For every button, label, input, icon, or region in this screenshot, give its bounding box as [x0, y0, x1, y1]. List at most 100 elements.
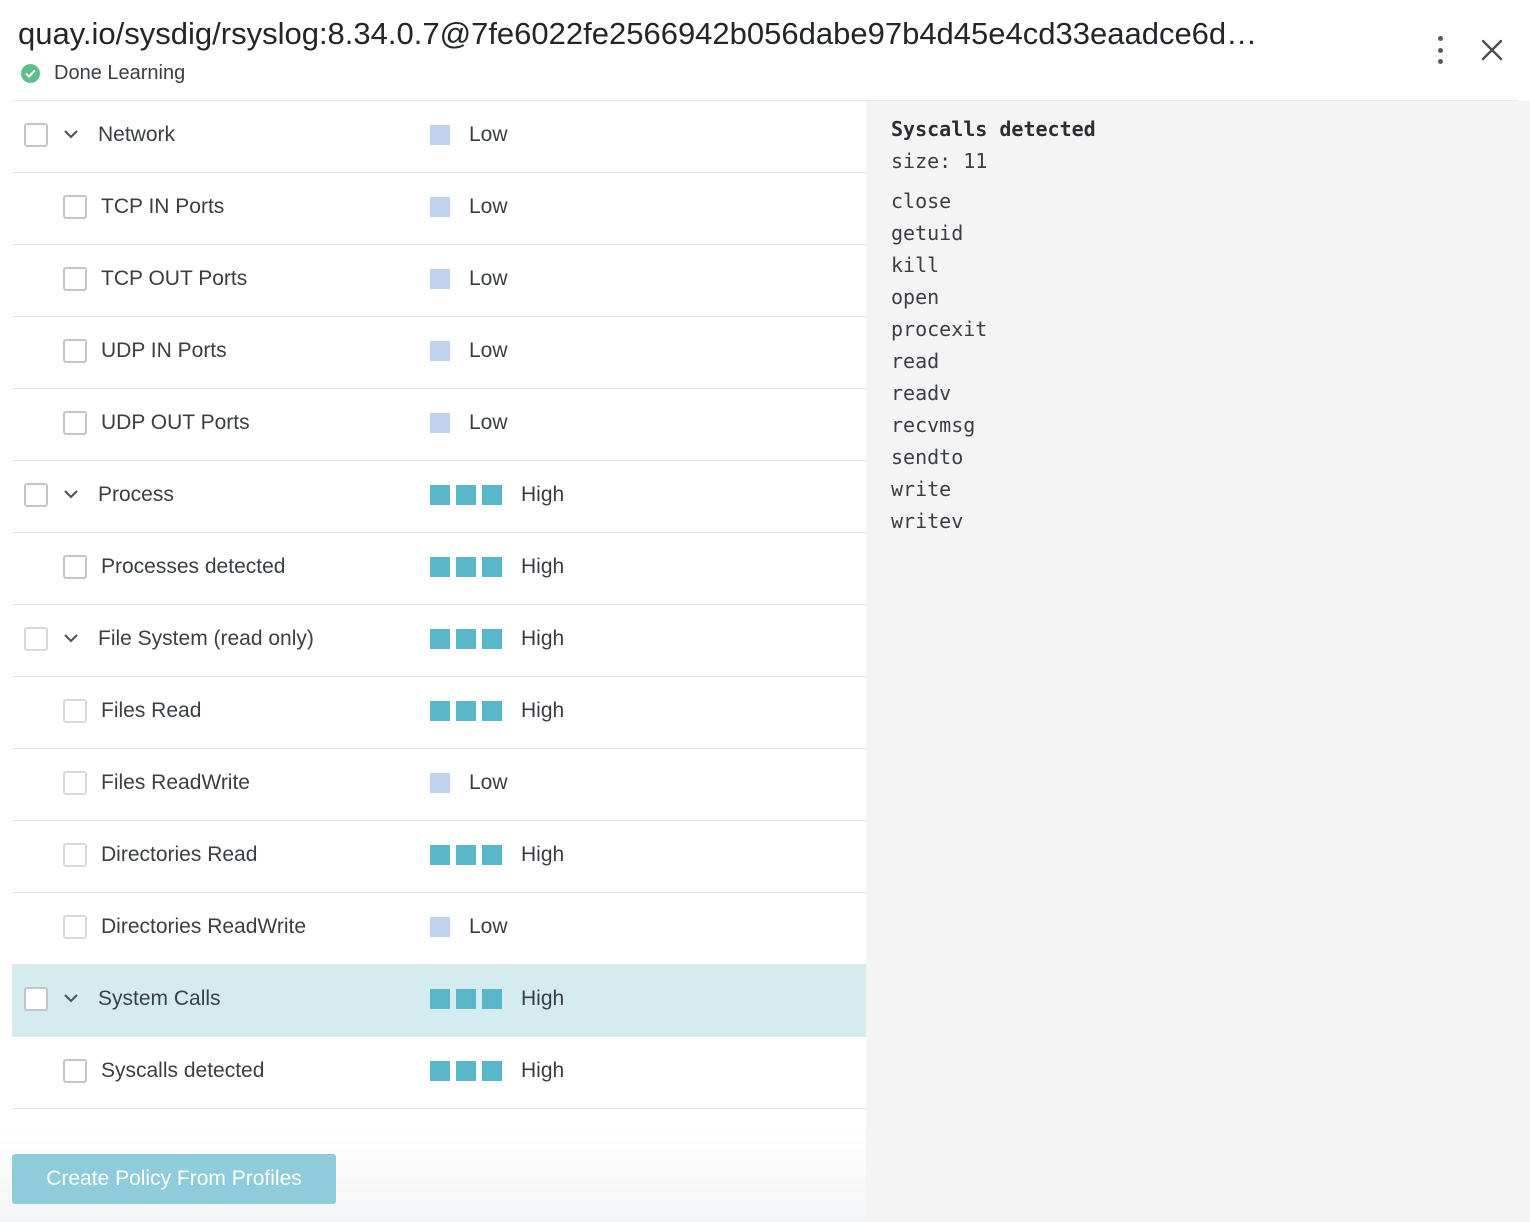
row-label: System Calls	[98, 987, 221, 1010]
profile-item-row[interactable]: Directories ReadWrite Low	[12, 893, 866, 965]
syscall-item: read	[891, 349, 940, 373]
syscall-item: open	[891, 285, 940, 309]
confidence-label: Low	[469, 195, 508, 218]
confidence-block	[430, 773, 450, 793]
confidence-block	[456, 1061, 476, 1081]
profile-group-row[interactable]: File System (read only) High	[12, 605, 866, 677]
profile-item-row[interactable]: TCP OUT Ports Low	[12, 245, 866, 317]
confidence-block	[482, 701, 502, 721]
syscall-item: recvmsg	[891, 413, 976, 437]
row-label: TCP IN Ports	[101, 195, 225, 218]
chevron-down-icon[interactable]	[62, 629, 80, 647]
confidence-block	[482, 1061, 502, 1081]
close-icon[interactable]	[1478, 36, 1506, 64]
syscall-item: kill	[891, 253, 940, 277]
confidence-label: Low	[469, 771, 508, 794]
confidence-block	[482, 485, 502, 505]
profile-group-row[interactable]: Process High	[12, 461, 866, 533]
chevron-down-icon[interactable]	[62, 989, 80, 1007]
confidence-block	[430, 1061, 450, 1081]
row-label: Network	[98, 123, 176, 146]
profile-item-row[interactable]: Files Read High	[12, 677, 866, 749]
profile-item-row[interactable]: Files ReadWrite Low	[12, 749, 866, 821]
confidence-indicator: High	[430, 627, 564, 650]
syscall-item: sendto	[891, 445, 964, 469]
confidence-indicator: High	[430, 843, 565, 866]
row-checkbox[interactable]	[63, 555, 87, 579]
syscall-item: procexit	[891, 317, 988, 341]
row-checkbox[interactable]	[63, 267, 87, 291]
confidence-block	[456, 557, 476, 577]
confidence-block	[430, 701, 450, 721]
confidence-block	[430, 269, 450, 289]
create-policy-button[interactable]: Create Policy From Profiles	[12, 1154, 336, 1204]
learning-status: Done Learning	[21, 60, 185, 86]
confidence-indicator: Low	[430, 123, 508, 146]
profile-item-row[interactable]: UDP IN Ports Low	[12, 317, 866, 389]
confidence-indicator: Low	[430, 195, 508, 218]
confidence-indicator: High	[430, 699, 565, 722]
row-checkbox[interactable]	[63, 771, 87, 795]
confidence-block	[430, 125, 450, 145]
profile-group-row[interactable]: System Calls High	[12, 965, 866, 1037]
confidence-indicator: High	[430, 987, 565, 1010]
profile-item-row[interactable]: TCP IN Ports Low	[12, 173, 866, 245]
header: quay.io/sysdig/rsyslog:8.34.0.7@7fe6022f…	[0, 0, 1530, 100]
confidence-block	[482, 989, 502, 1009]
row-label: Syscalls detected	[101, 1059, 265, 1082]
syscall-item: close	[891, 189, 952, 213]
chevron-down-icon[interactable]	[62, 125, 80, 143]
confidence-label: High	[521, 699, 565, 722]
confidence-label: High	[521, 987, 565, 1010]
syscall-item: writev	[891, 509, 964, 533]
confidence-label: Low	[469, 339, 508, 362]
row-checkbox[interactable]	[63, 195, 87, 219]
row-checkbox[interactable]	[24, 987, 48, 1011]
confidence-label: High	[521, 1059, 565, 1082]
syscall-item: readv	[891, 381, 952, 405]
profile-item-row[interactable]: UDP OUT Ports Low	[12, 389, 866, 461]
row-label: TCP OUT Ports	[101, 267, 248, 290]
confidence-block	[430, 557, 450, 577]
row-label: Process	[98, 483, 174, 506]
confidence-label: Low	[469, 411, 508, 434]
confidence-indicator: Low	[430, 915, 508, 938]
profile-item-row[interactable]: Directories Read High	[12, 821, 866, 893]
check-circle-icon	[21, 63, 40, 83]
detail-title: Syscalls detected	[891, 117, 1096, 141]
detail-panel: Syscalls detected size: 11 close getuid ki…	[866, 101, 1530, 1222]
row-checkbox[interactable]	[63, 699, 87, 723]
row-checkbox[interactable]	[63, 339, 87, 363]
confidence-block	[430, 485, 450, 505]
row-checkbox[interactable]	[24, 123, 48, 147]
syscall-list: close getuid kill open procexit read readv recv…	[891, 185, 987, 537]
row-checkbox[interactable]	[63, 843, 87, 867]
row-checkbox[interactable]	[24, 483, 48, 507]
confidence-indicator: Low	[430, 771, 508, 794]
profile-item-row[interactable]: Processes detected High	[12, 533, 866, 605]
confidence-block	[482, 845, 502, 865]
confidence-block	[456, 989, 476, 1009]
confidence-label: High	[521, 843, 565, 866]
row-label: Directories Read	[101, 843, 258, 866]
status-label: Done Learning	[54, 61, 186, 84]
confidence-block	[456, 845, 476, 865]
syscall-item: write	[891, 477, 952, 501]
confidence-block	[456, 485, 476, 505]
profile-item-row[interactable]: Syscalls detected High	[12, 1037, 866, 1109]
row-label: Processes detected	[101, 555, 286, 578]
page-title: quay.io/sysdig/rsyslog:8.34.0.7@7fe6022f…	[18, 16, 1258, 51]
profile-group-row[interactable]: Network Low	[12, 101, 866, 173]
row-label: UDP IN Ports	[101, 339, 227, 362]
more-options-icon[interactable]	[1428, 36, 1452, 64]
detail-size: size: 11	[891, 149, 988, 173]
row-label: UDP OUT Ports	[101, 411, 250, 434]
chevron-down-icon[interactable]	[62, 485, 80, 503]
row-checkbox[interactable]	[24, 627, 48, 651]
row-checkbox[interactable]	[63, 411, 87, 435]
row-checkbox[interactable]	[63, 915, 87, 939]
row-label: Directories ReadWrite	[101, 915, 307, 938]
row-checkbox[interactable]	[63, 1059, 87, 1083]
confidence-label: Low	[469, 267, 508, 290]
confidence-label: High	[521, 555, 565, 578]
